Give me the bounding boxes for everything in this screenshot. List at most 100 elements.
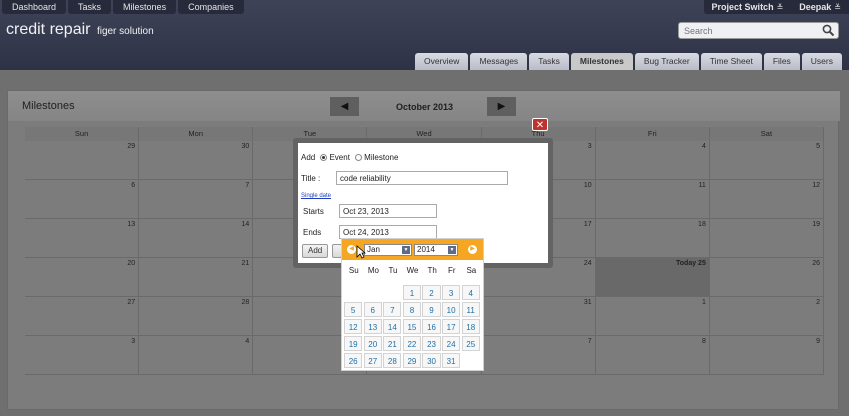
top-right-menu: Project Switch ≚ Deepak ≚ — [703, 0, 849, 14]
date-picker-day[interactable]: 25 — [461, 336, 480, 351]
project-switch-label: Project Switch — [711, 2, 774, 12]
calendar-day[interactable]: 7 — [139, 180, 254, 219]
date-picker-day[interactable]: 27 — [363, 353, 382, 368]
date-picker-week: 1234 — [344, 285, 481, 302]
date-picker-day[interactable]: 13 — [363, 319, 382, 334]
date-picker-day[interactable]: 16 — [422, 319, 441, 334]
tab-time-sheet[interactable]: Time Sheet — [700, 53, 762, 70]
calendar-day[interactable]: 12 — [709, 180, 824, 219]
calendar-day[interactable]: 26 — [709, 258, 824, 297]
calendar-day[interactable]: 4 — [139, 336, 254, 375]
calendar-day[interactable]: 3 — [25, 336, 140, 375]
calendar-day[interactable]: 8 — [595, 336, 710, 375]
date-picker-day[interactable]: 20 — [363, 336, 382, 351]
date-picker-day[interactable]: 21 — [383, 336, 402, 351]
date-picker-day[interactable]: 28 — [383, 353, 402, 368]
calendar-day[interactable]: 2 — [709, 297, 824, 336]
date-picker-day[interactable]: 18 — [461, 319, 480, 334]
calendar-day[interactable]: 7 — [481, 336, 596, 375]
date-picker-day[interactable]: 4 — [461, 285, 480, 300]
date-picker-week: 26 27 28 29 30 31 — [344, 353, 481, 370]
calendar-day[interactable]: 14 — [139, 219, 254, 258]
year-select[interactable]: 2014 ▼ — [414, 244, 458, 256]
project-switch-menu[interactable]: Project Switch ≚ — [704, 0, 792, 14]
calendar-day[interactable]: 30 — [139, 141, 254, 180]
topnav-dashboard[interactable]: Dashboard — [2, 0, 67, 14]
date-picker-day[interactable]: 11 — [461, 302, 480, 317]
next-month-button[interactable]: ▶ — [487, 97, 516, 116]
calendar-day[interactable]: 19 — [709, 219, 824, 258]
calendar-day[interactable]: 4 — [595, 141, 710, 180]
title-label: Title : — [301, 174, 321, 183]
calendar-day[interactable]: 18 — [595, 219, 710, 258]
date-picker-day[interactable]: 6 — [363, 302, 382, 317]
month-select[interactable]: Jan ▼ — [364, 244, 412, 256]
date-picker-day[interactable]: 19 — [344, 336, 363, 351]
date-picker-day[interactable]: 23 — [422, 336, 441, 351]
calendar-day[interactable]: 9 — [709, 336, 824, 375]
type-row: Add Event Milestone — [301, 153, 398, 162]
date-picker-day[interactable]: 22 — [402, 336, 422, 351]
topnav-tasks[interactable]: Tasks — [68, 0, 112, 14]
calendar-day[interactable]: Today 25 — [595, 258, 710, 297]
date-picker-day[interactable]: 12 — [344, 319, 363, 334]
date-picker-day[interactable]: 14 — [383, 319, 402, 334]
calendar-day[interactable]: 27 — [25, 297, 140, 336]
calendar-day[interactable]: 31 — [481, 297, 596, 336]
event-radio[interactable] — [320, 154, 328, 161]
single-date-link[interactable]: Single date — [301, 193, 331, 199]
calendar-header: Milestones ◀ October 2013 ▶ — [8, 91, 840, 121]
tab-tasks[interactable]: Tasks — [529, 53, 569, 70]
calendar-day[interactable]: 1 — [595, 297, 710, 336]
date-picker-day[interactable]: 17 — [441, 319, 461, 334]
topnav-companies[interactable]: Companies — [178, 0, 244, 14]
tab-bug-tracker[interactable]: Bug Tracker — [634, 53, 699, 70]
topnav-milestones[interactable]: Milestones — [113, 0, 177, 14]
calendar-day[interactable]: 21 — [139, 258, 254, 297]
add-button[interactable]: Add — [302, 244, 329, 258]
ends-date-input[interactable] — [339, 225, 437, 239]
calendar-day[interactable]: 6 — [25, 180, 140, 219]
user-menu[interactable]: Deepak ≚ — [791, 0, 849, 14]
title-input[interactable] — [336, 171, 508, 185]
date-picker-day[interactable]: 5 — [344, 302, 363, 317]
starts-date-input[interactable] — [339, 204, 437, 218]
calendar-day[interactable]: 11 — [595, 180, 710, 219]
calendar-day[interactable]: 5 — [709, 141, 824, 180]
date-picker-day[interactable]: 30 — [422, 353, 441, 368]
calendar-day[interactable]: 20 — [25, 258, 140, 297]
date-picker-day[interactable]: 3 — [441, 285, 461, 300]
date-picker-day[interactable]: 8 — [402, 302, 422, 317]
app-logo[interactable]: credit repair figer solution — [6, 21, 154, 39]
date-picker-day[interactable]: 9 — [422, 302, 441, 317]
date-picker-day[interactable]: 10 — [441, 302, 461, 317]
tab-messages[interactable]: Messages — [470, 53, 528, 70]
chevron-down-icon: ▼ — [448, 246, 456, 254]
prev-month-button[interactable]: ◀ — [330, 97, 359, 116]
date-picker-day[interactable]: 24 — [441, 336, 461, 351]
date-picker-day[interactable]: 15 — [402, 319, 422, 334]
next-month-icon[interactable]: ▶ — [468, 245, 477, 254]
search-icon[interactable] — [822, 24, 835, 37]
date-picker-day[interactable]: 31 — [441, 353, 461, 368]
milestone-radio[interactable] — [355, 154, 363, 161]
page-title: Milestones — [22, 100, 75, 112]
tab-users[interactable]: Users — [801, 53, 842, 70]
close-icon[interactable]: ✕ — [532, 118, 548, 131]
search-input[interactable] — [679, 23, 814, 38]
date-picker-day[interactable]: 2 — [422, 285, 441, 300]
tab-milestones[interactable]: Milestones — [570, 53, 633, 70]
dp-weekday-we: We — [406, 266, 419, 275]
tab-files[interactable]: Files — [763, 53, 800, 70]
date-picker-day[interactable]: 26 — [344, 353, 363, 368]
date-picker-day[interactable]: 29 — [402, 353, 422, 368]
calendar-day[interactable]: 29 — [25, 141, 140, 180]
prev-month-icon[interactable]: ◀ — [347, 245, 356, 254]
calendar-day[interactable]: 28 — [139, 297, 254, 336]
calendar-day[interactable]: 13 — [25, 219, 140, 258]
top-navigation: Dashboard Tasks Milestones Companies — [2, 0, 246, 14]
tab-overview[interactable]: Overview — [415, 53, 469, 70]
date-picker-day[interactable]: 1 — [402, 285, 422, 300]
app-subtitle: figer solution — [96, 26, 154, 37]
date-picker-day[interactable]: 7 — [383, 302, 402, 317]
